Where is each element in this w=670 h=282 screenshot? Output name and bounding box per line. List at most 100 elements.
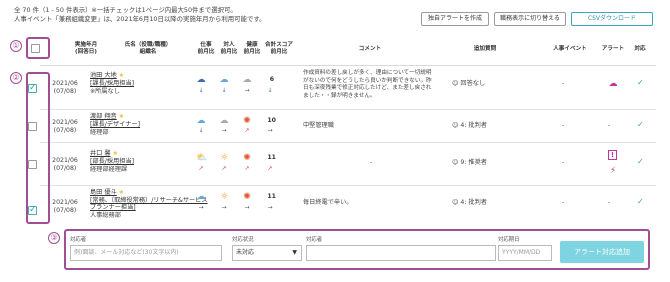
neutral-face-icon: ☺ [452, 159, 459, 166]
event-value: - [562, 199, 565, 206]
row-answer-date: (07/08) [53, 207, 77, 214]
employee-name-link[interactable]: 池田 大地 [90, 72, 117, 79]
employee-org: 経理部 [90, 129, 109, 136]
neutral-face-icon: ☺ [452, 122, 459, 129]
employee-name-link[interactable]: 井口 馨 [90, 150, 111, 157]
header-extra: 追加質問 [473, 46, 497, 52]
header-total: 合計スコア 前月比 [265, 42, 293, 55]
arrow-down-icon: ↓ [221, 87, 227, 94]
extra-answer-num: 9: [460, 159, 467, 166]
employee-role: [課長/採用担当] [90, 80, 135, 87]
table-row[interactable]: 2021/06 (07/08) 池田 大地 ★ [課長/採用担当] ※所属なし ☁… [40, 66, 656, 110]
done-check-icon[interactable]: ✓ [637, 158, 644, 166]
status-select-value: 未対応 [236, 249, 255, 256]
partly-cloudy-icon: ⛅ [196, 153, 208, 163]
alert-cloud-icon[interactable]: ⚡ [608, 166, 618, 176]
comment-text: 毎日終電で辛い。 [303, 199, 353, 206]
total-score: 10 [267, 117, 276, 124]
csv-download-button[interactable]: CSVダウンロード [571, 12, 653, 26]
extra-answer-text: 回答なし [460, 80, 486, 87]
sun-icon: ✺ [243, 153, 251, 163]
employee-name-link[interactable]: 島田 優斗 [90, 189, 117, 196]
extra-answer: ☺ 4: 批判者 [452, 122, 487, 130]
total-score: 11 [267, 154, 276, 161]
neutral-face-icon: ☺ [452, 80, 459, 87]
cloud-icon: ☁ [242, 75, 252, 85]
event-value: - [562, 80, 565, 87]
cloud-rain-icon: ☁ [219, 75, 229, 85]
arrow-right-icon: → [267, 127, 273, 134]
arrow-up-icon: ↗ [244, 165, 250, 172]
cloud-rain-icon: ☁ [196, 192, 206, 202]
sun-icon: ☼ [219, 153, 229, 163]
header-action: 対応 [634, 46, 646, 52]
callout-box-select-all [26, 37, 50, 59]
notice-text: 人事イベント「兼務組織変更」は、2021年6月10日以降の実施年月から利用可能で… [14, 15, 266, 23]
employee-role: [課長/デザイナー] [90, 121, 141, 128]
alert-empty: - [608, 122, 611, 129]
extra-answer: ☺ 4: 批判者 [452, 199, 487, 207]
sun-icon: ✺ [243, 192, 251, 202]
table-row[interactable]: 2021/06 (07/08) 渡部 翔音 ★ [課長/デザイナー] 経理部 ☁ … [40, 110, 656, 143]
alert-cloud-icon[interactable]: ☁ [608, 79, 618, 89]
arrow-right-icon: → [244, 204, 250, 211]
toggle-display-button[interactable]: 職務表示に切り替える [494, 12, 566, 26]
row-date: 2021/06 [52, 80, 78, 87]
star-icon: ★ [116, 72, 125, 79]
cloud-rain-icon: ☁ [196, 116, 206, 126]
done-check-icon[interactable]: ✓ [637, 198, 644, 206]
employee-role: [部長/採用担当] [90, 158, 135, 165]
create-alert-button[interactable]: 独自アラートを作成 [421, 12, 489, 26]
extra-answer-num: 4: [460, 199, 467, 206]
arrow-right-icon: → [267, 204, 273, 211]
row-date: 2021/06 [52, 199, 78, 206]
header-work: 仕事 前月比 [197, 42, 215, 55]
done-check-icon[interactable]: ✓ [637, 79, 644, 87]
callout-badge-1: ① [10, 40, 22, 52]
extra-answer-text: 批判者 [468, 199, 487, 206]
event-value: - [562, 122, 565, 129]
result-count-text: 全 70 件（1 - 50 件表示）※一括チェックは1ページ内最大50件まで選択… [14, 6, 237, 14]
table-row[interactable]: 2021/06 (07/08) 島田 優斗 ★ [常務、（取締役常務）/リサーチ&… [40, 186, 656, 226]
table-row[interactable]: 2021/06 (07/08) 井口 馨 ★ [部長/採用担当] 経理部経理課 ⛅… [40, 143, 656, 186]
header-health: 健康 前月比 [243, 42, 261, 55]
row-answer-date: (07/08) [53, 88, 77, 95]
arrow-up-icon: ↗ [198, 165, 204, 172]
status-label: 対応状況 [232, 237, 254, 243]
extra-answer-text: 批判者 [468, 122, 487, 129]
chevron-down-icon: ▼ [292, 249, 297, 256]
alert-exclamation-icon[interactable]: ! [608, 150, 617, 160]
comment-text: - [370, 159, 373, 166]
deadline-input[interactable]: YYYY/MM/DD [498, 245, 552, 261]
total-score: 11 [267, 193, 276, 200]
row-date: 2021/06 [52, 119, 78, 126]
responder-input[interactable] [306, 245, 496, 261]
star-icon: ★ [116, 189, 125, 196]
response-content-input[interactable]: 例)面談、メール対応など(30文字以内) [70, 245, 222, 261]
arrow-right-icon: → [221, 127, 227, 134]
target-label: 対応者 [70, 237, 87, 243]
row-answer-date: (07/08) [53, 127, 77, 134]
arrow-down-icon: ↓ [198, 127, 204, 134]
employee-org: 人事総務部 [90, 211, 121, 219]
employee-org: 経理部経理課 [90, 166, 128, 173]
arrow-up-icon: ↗ [221, 165, 227, 172]
sun-icon: ✺ [243, 116, 251, 126]
add-alert-response-button[interactable]: アラート対応追加 [560, 241, 644, 263]
extra-answer: ☺ 9: 推奨者 [452, 159, 487, 167]
star-icon: ★ [116, 113, 125, 120]
table-header: 実施年月 (回答日) 氏名（役職/職種） 組織名 仕事 前月比 対人 前月比 健… [40, 38, 656, 66]
employee-name-link[interactable]: 渡部 翔音 [90, 113, 117, 120]
arrow-right-icon: → [221, 204, 227, 211]
done-check-icon[interactable]: ✓ [637, 121, 644, 129]
status-select[interactable]: 未対応 ▼ [232, 245, 302, 261]
row-date: 2021/06 [52, 157, 78, 164]
extra-answer: ☺ 回答なし [452, 80, 485, 88]
cloud-icon: ☁ [219, 116, 229, 126]
callout-box-row-checkboxes [26, 72, 50, 224]
total-score: 6 [269, 76, 274, 83]
header-relation: 対人 前月比 [220, 42, 238, 55]
header-alert: アラート [601, 46, 625, 52]
employee-org: ※所属なし [90, 88, 120, 95]
arrow-up-icon: ↗ [244, 127, 250, 134]
